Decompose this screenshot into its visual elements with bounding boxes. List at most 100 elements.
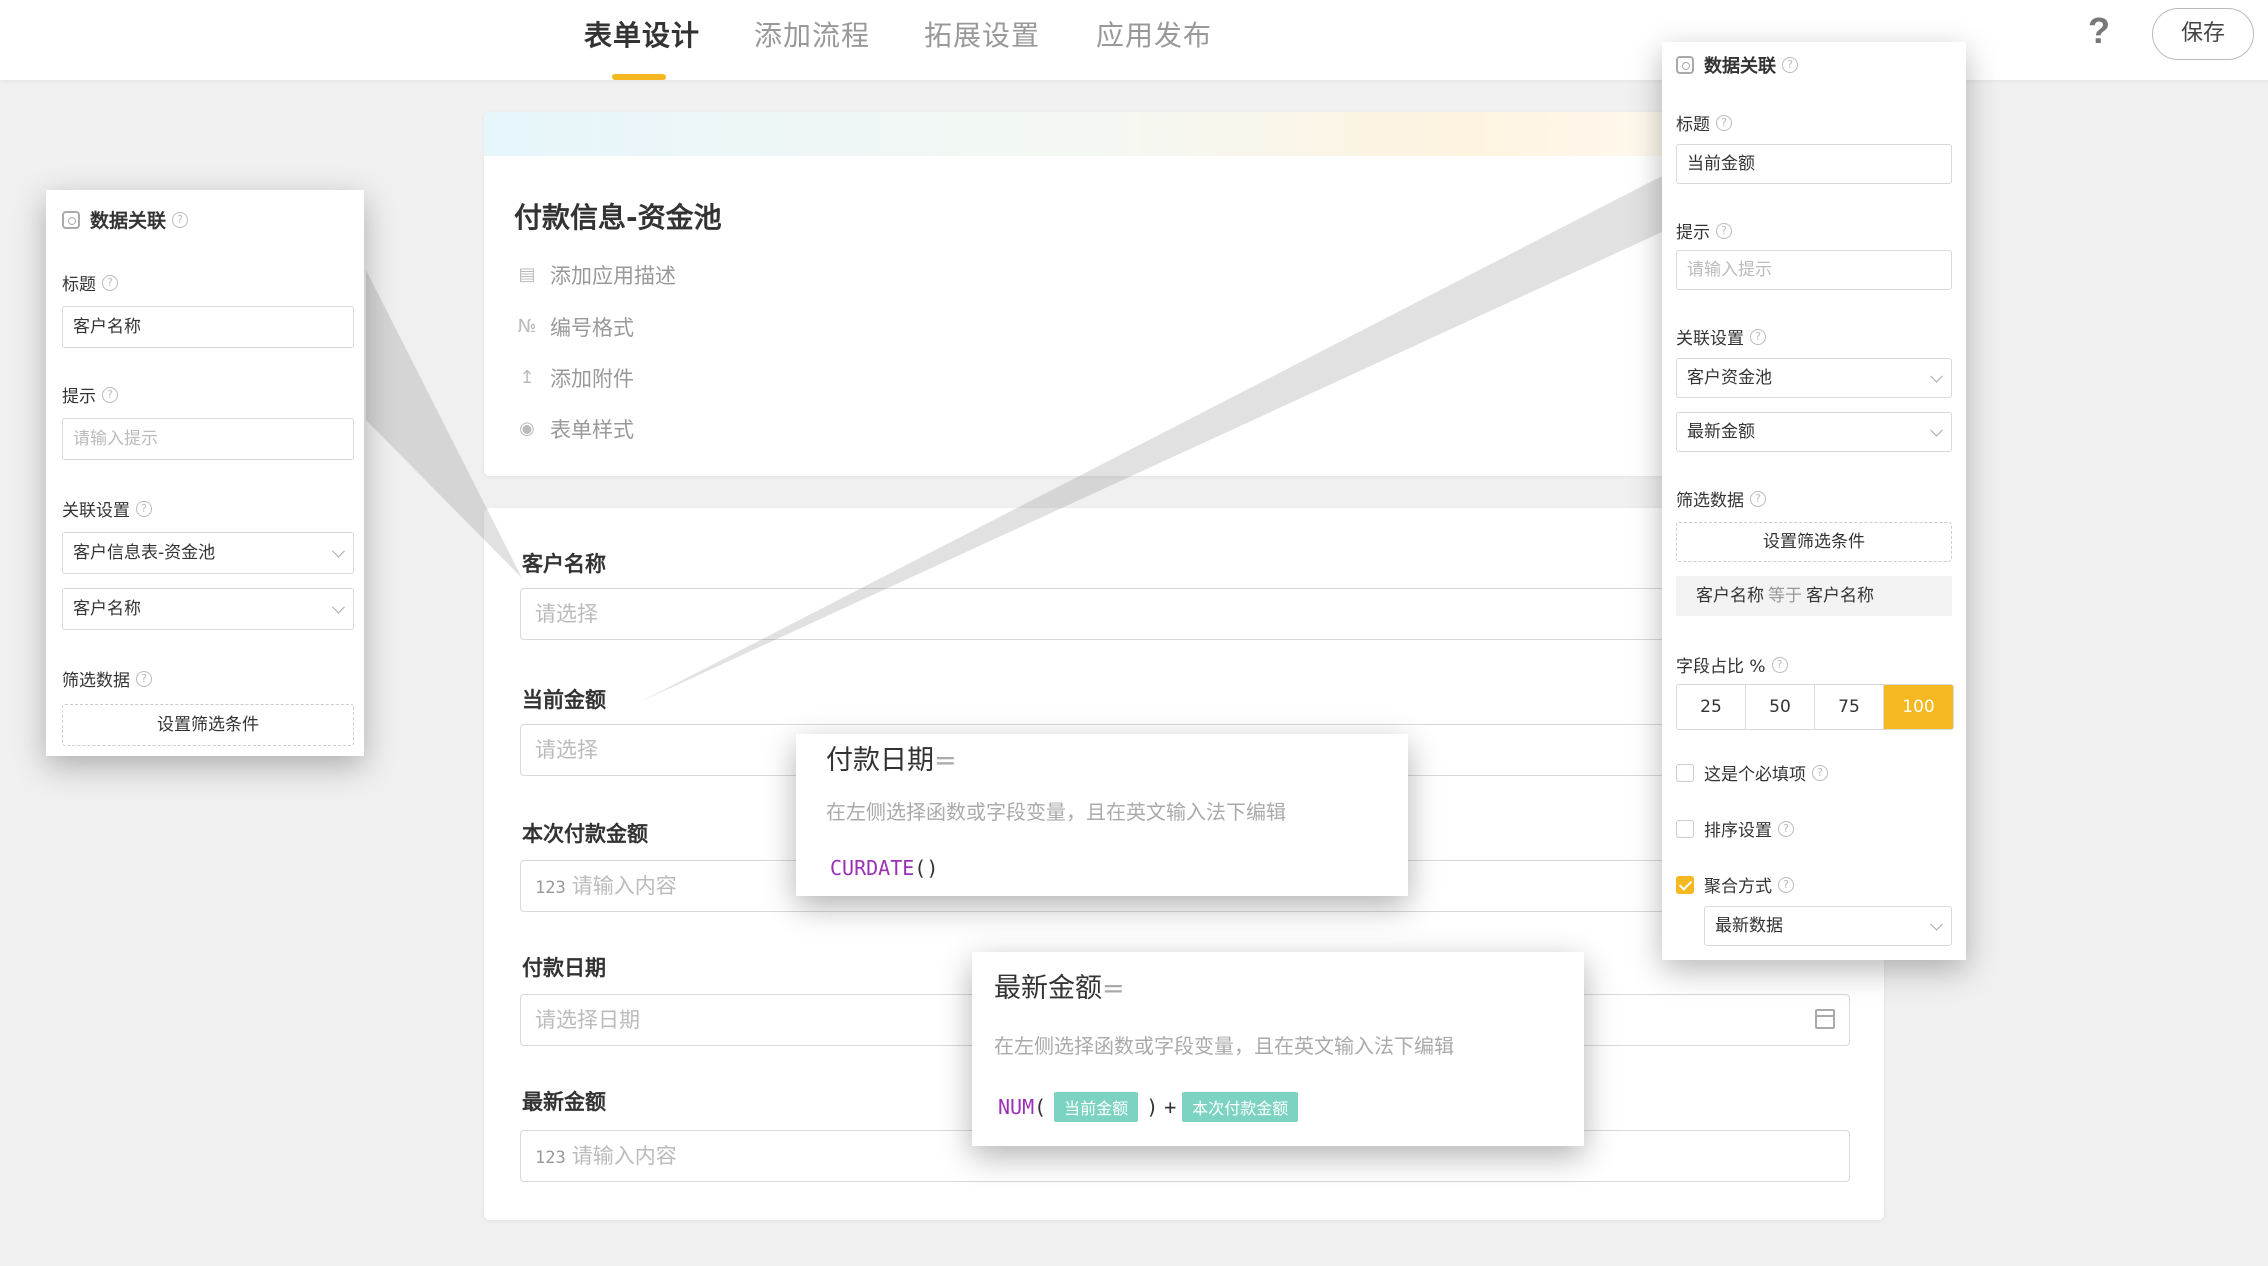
- link-settings-label: 关联设置?: [1676, 324, 1766, 349]
- formula-title-text: 付款日期: [826, 745, 934, 776]
- menu-form-style[interactable]: ◉ 表单样式: [516, 414, 634, 444]
- sort-checkbox[interactable]: [1676, 819, 1694, 838]
- calendar-icon[interactable]: [1815, 1009, 1835, 1029]
- link-table-select[interactable]: 客户资金池: [1676, 358, 1952, 398]
- help-circle-icon[interactable]: ?: [1716, 222, 1732, 239]
- tab-extension-settings[interactable]: 拓展设置: [924, 14, 1040, 54]
- help-circle-icon[interactable]: ?: [1716, 114, 1732, 131]
- filter-data-label: 筛选数据?: [62, 666, 152, 691]
- hint-label: 提示?: [62, 382, 118, 407]
- title-label-text: 标题: [1676, 115, 1710, 135]
- link-settings-label-text: 关联设置: [1676, 329, 1744, 349]
- hint-input[interactable]: 请输入提示: [1676, 250, 1952, 290]
- formula-title: 最新金额=: [994, 966, 1125, 1005]
- customer-name-select[interactable]: 请选择: [520, 588, 1850, 640]
- chevron-down-icon: [1930, 917, 1943, 931]
- help-circle-icon[interactable]: ?: [1782, 57, 1798, 73]
- set-filter-button[interactable]: 设置筛选条件: [62, 704, 354, 746]
- help-circle-icon[interactable]: ?: [1778, 876, 1794, 893]
- panel-header-text: 数据关联: [90, 210, 167, 232]
- menu-label: 添加附件: [550, 367, 634, 391]
- formula-variable-tag[interactable]: 当前金额: [1054, 1092, 1139, 1122]
- help-circle-icon[interactable]: ?: [1750, 490, 1766, 507]
- formula-open-paren: (: [1034, 1095, 1047, 1119]
- condition-operator: 等于: [1768, 586, 1802, 606]
- menu-add-description[interactable]: ▤ 添加应用描述: [516, 260, 676, 290]
- form-title[interactable]: 付款信息-资金池: [514, 196, 722, 236]
- formula-equals: =: [934, 745, 957, 776]
- required-checkbox[interactable]: [1676, 763, 1694, 782]
- formula-editor[interactable]: NUM( 当前金额 ) + 本次付款金额: [998, 1092, 1306, 1122]
- help-circle-icon[interactable]: ?: [136, 670, 152, 687]
- help-circle-icon[interactable]: ?: [136, 500, 152, 517]
- tab-add-workflow[interactable]: 添加流程: [754, 14, 870, 54]
- number-icon: 123: [535, 878, 566, 898]
- help-circle-icon[interactable]: ?: [102, 386, 118, 403]
- required-checkbox-row[interactable]: 这是个必填项?: [1676, 760, 1828, 785]
- aggregation-checkbox-row[interactable]: 聚合方式?: [1676, 872, 1794, 897]
- chevron-down-icon: [1930, 369, 1943, 383]
- tab-app-publish[interactable]: 应用发布: [1096, 14, 1212, 54]
- link-field-select[interactable]: 客户名称: [62, 588, 354, 630]
- upload-icon: ↥: [519, 367, 535, 388]
- right-data-link-panel: 数据关联 ? 标题? 当前金额 提示? 请输入提示 关联设置? 客户资金池 最新…: [1662, 42, 1966, 960]
- hint-label-text: 提示: [62, 387, 96, 407]
- latest-amount-placeholder: 请输入内容: [571, 1144, 677, 1168]
- payment-date-placeholder: 请选择日期: [535, 1008, 640, 1032]
- hint-input[interactable]: 请输入提示: [62, 418, 354, 460]
- panel-header: 数据关联 ?: [1676, 52, 1798, 78]
- hint-label-text: 提示: [1676, 223, 1710, 243]
- link-field-value: 最新金额: [1687, 422, 1755, 442]
- menu-add-attachment[interactable]: ↥ 添加附件: [516, 363, 634, 393]
- help-circle-icon[interactable]: ?: [172, 211, 189, 228]
- formula-latest-amount-popup: 最新金额= 在左侧选择函数或字段变量，且在英文输入法下编辑 NUM( 当前金额 …: [972, 952, 1584, 1146]
- field-label-current-amount: 当前金额: [522, 688, 606, 712]
- link-settings-label: 关联设置?: [62, 496, 152, 521]
- width-option-50[interactable]: 50: [1746, 685, 1815, 729]
- title-input[interactable]: 客户名称: [62, 306, 354, 348]
- link-table-select[interactable]: 客户信息表-资金池: [62, 532, 354, 574]
- menu-number-format[interactable]: № 编号格式: [516, 312, 634, 342]
- filter-data-label: 筛选数据?: [1676, 486, 1766, 511]
- width-option-100[interactable]: 100: [1884, 685, 1953, 729]
- help-circle-icon[interactable]: ?: [1778, 820, 1794, 837]
- help-icon[interactable]: ?: [2088, 10, 2110, 52]
- title-label-text: 标题: [62, 275, 96, 295]
- chevron-down-icon: [332, 544, 345, 558]
- save-button[interactable]: 保存: [2152, 8, 2254, 60]
- aggregation-label: 聚合方式: [1704, 877, 1772, 897]
- menu-label: 编号格式: [550, 316, 634, 340]
- formula-variable-tag[interactable]: 本次付款金额: [1182, 1092, 1299, 1122]
- help-circle-icon[interactable]: ?: [1812, 764, 1828, 781]
- field-width-label: 字段占比 %?: [1676, 652, 1788, 677]
- formula-close-paren: ): [1146, 1095, 1159, 1119]
- aggregation-select[interactable]: 最新数据: [1704, 906, 1952, 946]
- formula-editor[interactable]: CURDATE(): [830, 856, 938, 880]
- formula-title: 付款日期=: [826, 738, 957, 777]
- sort-label: 排序设置: [1704, 821, 1772, 841]
- comment-icon: ▤: [518, 264, 536, 285]
- help-circle-icon[interactable]: ?: [1771, 656, 1788, 673]
- link-field-value: 客户名称: [73, 599, 141, 619]
- chevron-down-icon: [1930, 423, 1943, 437]
- data-link-icon: [1676, 56, 1694, 74]
- set-filter-button[interactable]: 设置筛选条件: [1676, 522, 1952, 562]
- aggregation-checkbox[interactable]: [1676, 875, 1694, 894]
- sort-checkbox-row[interactable]: 排序设置?: [1676, 816, 1794, 841]
- panel-header-text: 数据关联: [1704, 56, 1776, 77]
- active-tab-indicator: [612, 74, 666, 80]
- filter-data-label-text: 筛选数据: [62, 671, 130, 691]
- tab-form-design[interactable]: 表单设计: [584, 14, 700, 54]
- help-circle-icon[interactable]: ?: [102, 274, 118, 291]
- width-option-75[interactable]: 75: [1815, 685, 1884, 729]
- payment-amount-placeholder: 请输入内容: [571, 874, 677, 898]
- filter-condition[interactable]: 客户名称 等于 客户名称: [1676, 576, 1952, 616]
- number-icon: 123: [535, 1148, 566, 1168]
- formula-parens: (): [914, 856, 939, 880]
- formula-payment-date-popup: 付款日期= 在左侧选择函数或字段变量，且在英文输入法下编辑 CURDATE(): [796, 734, 1408, 896]
- width-option-25[interactable]: 25: [1677, 685, 1746, 729]
- help-circle-icon[interactable]: ?: [1750, 328, 1766, 345]
- title-input[interactable]: 当前金额: [1676, 144, 1952, 184]
- aggregation-value: 最新数据: [1715, 916, 1783, 936]
- link-field-select[interactable]: 最新金额: [1676, 412, 1952, 452]
